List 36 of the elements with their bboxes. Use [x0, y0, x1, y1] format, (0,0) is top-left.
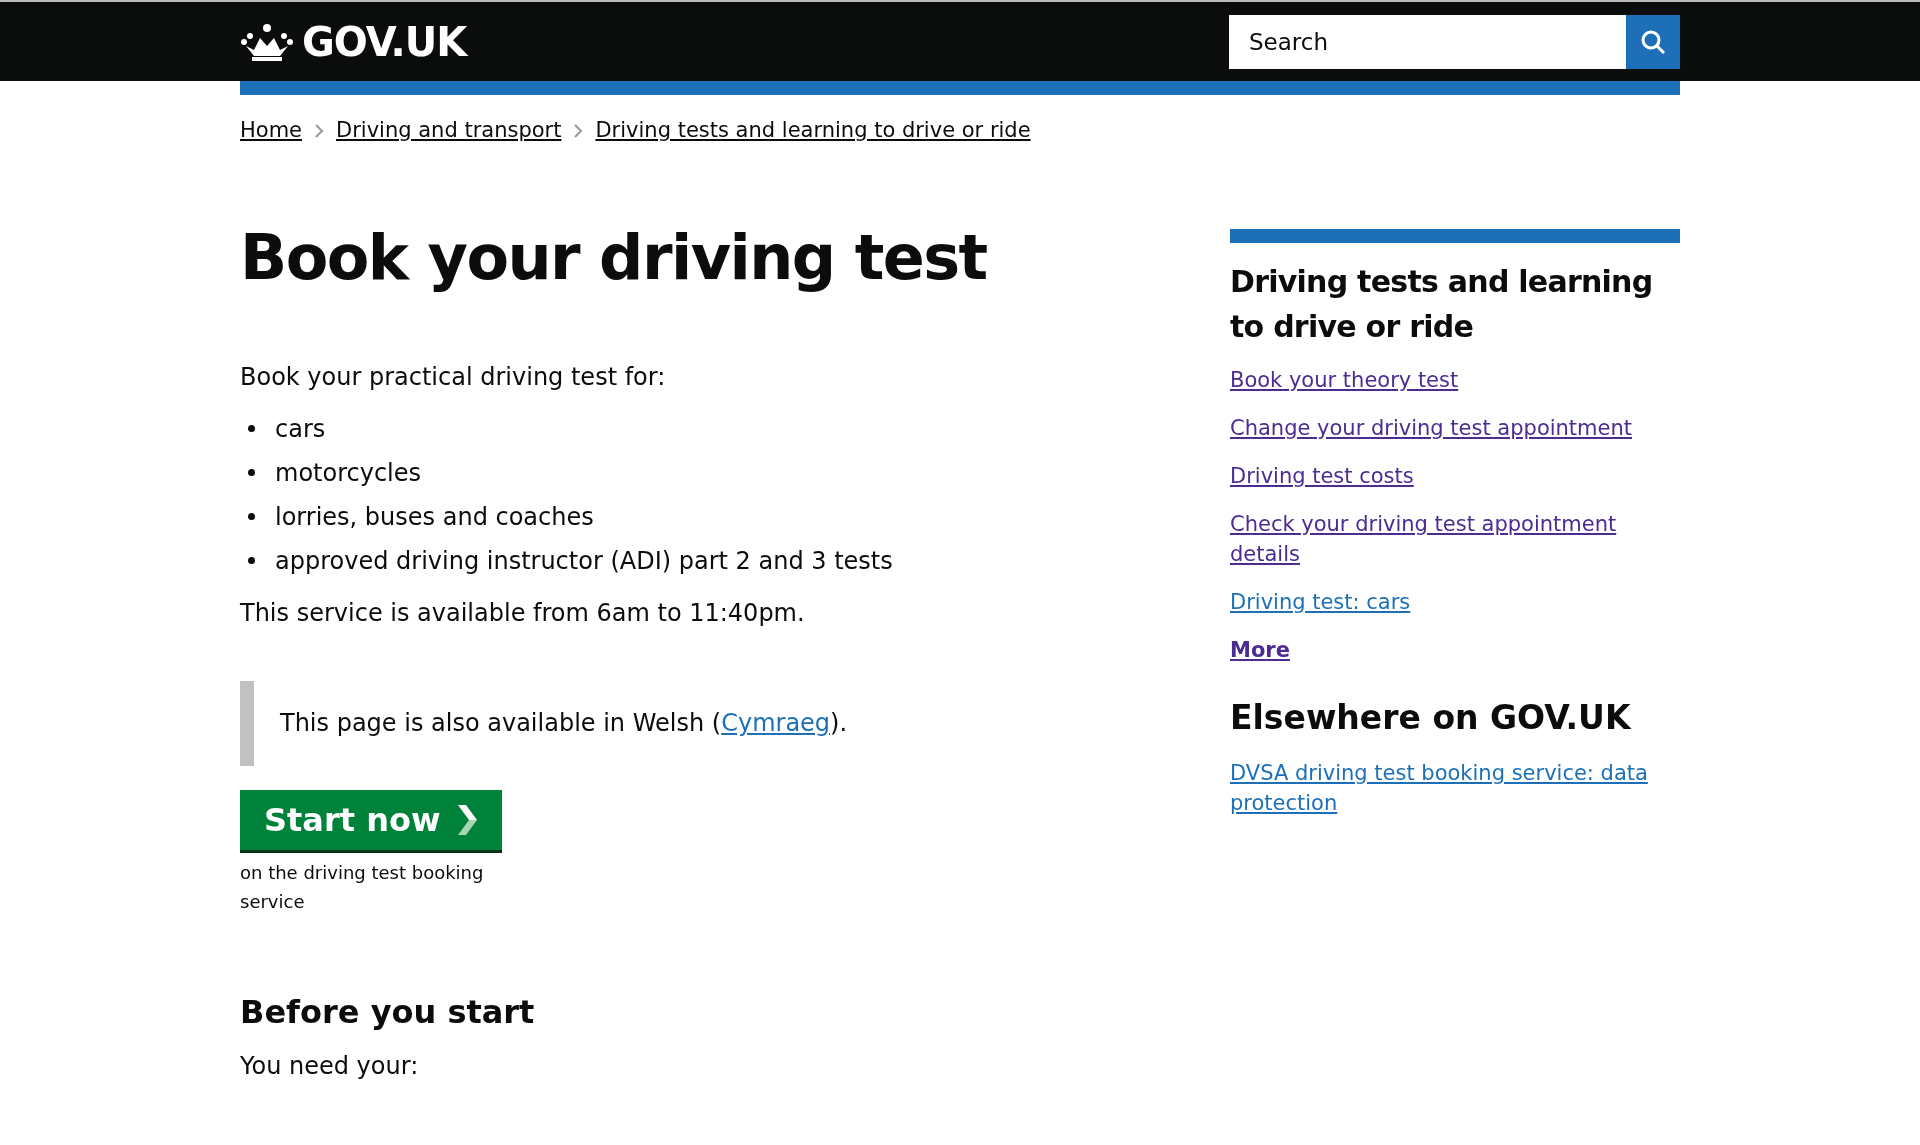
- sidebar-link[interactable]: Change your driving test appointment: [1230, 412, 1680, 443]
- chevron-icon: [573, 123, 584, 138]
- sidebar-link[interactable]: Driving test costs: [1230, 460, 1680, 491]
- chevron-icon: [314, 123, 324, 138]
- search-button[interactable]: [1626, 14, 1680, 69]
- section-heading: Before you start: [240, 991, 536, 1033]
- search-field[interactable]: Search: [1229, 14, 1626, 69]
- sidebar-link[interactable]: Book your theory test: [1230, 364, 1680, 395]
- start-note: on the driving test booking service: [240, 860, 485, 914]
- sidebar-link[interactable]: Check your driving test appointment details: [1230, 508, 1680, 569]
- search-icon: [1640, 28, 1666, 55]
- elsewhere-link[interactable]: DVSA driving test booking service: data protection: [1230, 758, 1680, 818]
- breadcrumb-link[interactable]: Driving tests and learning to drive or ride: [595, 115, 1031, 147]
- sidebar-link[interactable]: Driving test: cars: [1230, 586, 1680, 617]
- list-item: cars: [275, 413, 326, 445]
- bullet-icon: [248, 425, 255, 432]
- list-item: approved driving instructor (ADI) part 2 and 3 tests: [275, 545, 893, 577]
- breadcrumb-link[interactable]: Driving and transport: [336, 115, 562, 147]
- crown-icon: [240, 21, 294, 62]
- intro-text: Book your practical driving test for:: [240, 361, 667, 393]
- sidebar-title: Driving tests and learning to drive or ride: [1230, 262, 1654, 346]
- start-now-button[interactable]: Start now: [240, 789, 503, 850]
- list-item: lorries, buses and coaches: [275, 501, 594, 533]
- more-link[interactable]: More: [1230, 634, 1680, 665]
- welsh-link[interactable]: Cymraeg: [721, 709, 831, 737]
- breadcrumb-link[interactable]: Home: [240, 115, 302, 147]
- bullet-icon: [248, 469, 255, 476]
- inset-text: This page is also available in Welsh (Cymraeg).: [280, 708, 848, 739]
- bullet-icon: [248, 557, 255, 564]
- list-item: motorcycles: [275, 457, 422, 489]
- site-logo[interactable]: GOV.UK: [302, 11, 467, 72]
- availability-text: This service is available from 6am to 11:40pm.: [240, 597, 806, 629]
- section-text: You need your:: [240, 1050, 420, 1082]
- bullet-icon: [248, 513, 255, 520]
- elsewhere-title: Elsewhere on GOV.UK: [1230, 696, 1633, 739]
- chevron-icon: [456, 804, 479, 835]
